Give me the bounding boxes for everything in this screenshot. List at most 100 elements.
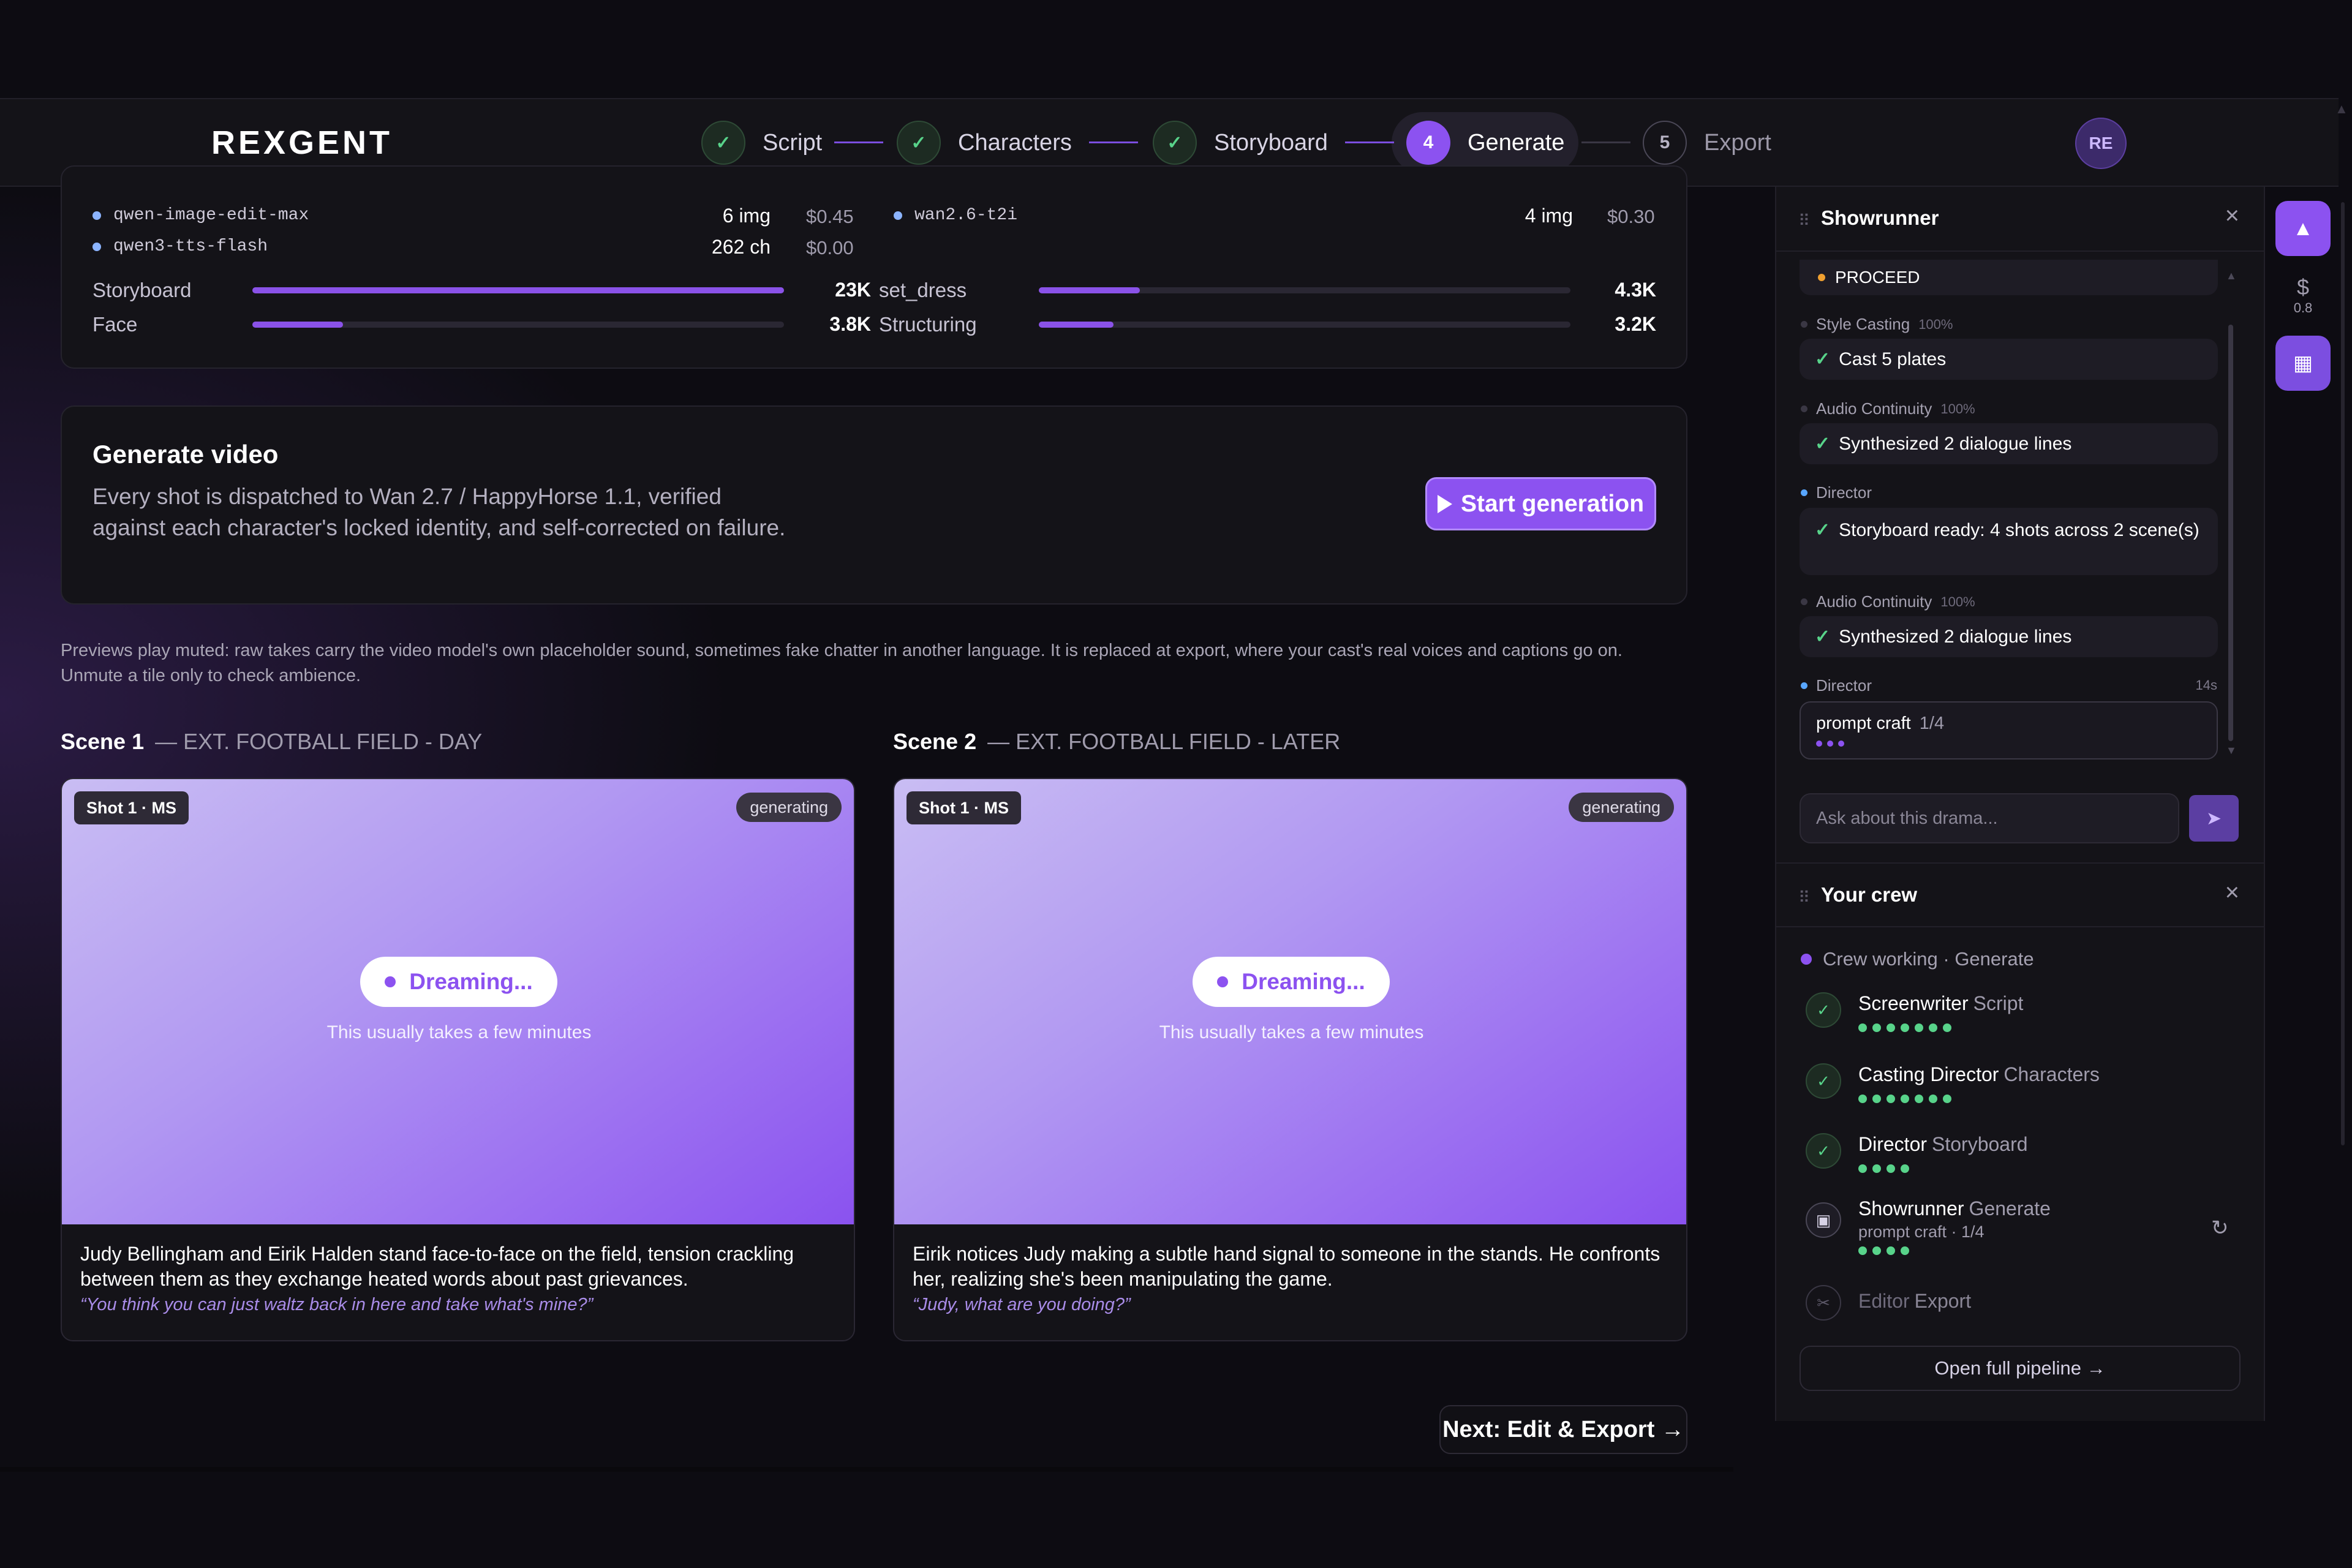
- message-author: Audio Continuity 100%: [1801, 399, 1975, 418]
- chevron-up-icon[interactable]: ▲: [2226, 270, 2237, 282]
- dollar-icon: $: [2296, 274, 2310, 300]
- scroll-up-arrow-icon[interactable]: ▲: [2335, 101, 2348, 117]
- dreaming-indicator: Dreaming...: [360, 957, 557, 1007]
- step-label: Generate: [1468, 129, 1565, 156]
- shot-description: Eirik notices Judy making a subtle hand …: [913, 1243, 1660, 1290]
- step-characters[interactable]: ✓ Characters: [897, 119, 1072, 166]
- crew-member[interactable]: ✓ Director Storyboard: [1806, 1133, 2028, 1173]
- progress-dot: [1901, 1246, 1909, 1255]
- crew-member[interactable]: ✂ Editor Export: [1806, 1285, 1971, 1321]
- model-amount: 6 img: [722, 205, 771, 227]
- crew-stage: Export: [1914, 1290, 1972, 1312]
- message-author: Audio Continuity 100%: [1801, 592, 1975, 611]
- model-cost: $0.00: [806, 237, 854, 258]
- message-text: Cast 5 plates: [1839, 349, 1947, 369]
- crew-subtask: prompt craft · 1/4: [1858, 1223, 1985, 1241]
- check-icon: ✓: [1153, 121, 1197, 165]
- flame-icon[interactable]: ▲: [2275, 201, 2331, 256]
- crew-status-text: Crew working · Generate: [1823, 948, 2034, 970]
- status-badge: generating: [736, 793, 842, 822]
- progress-dot: [1887, 1023, 1895, 1032]
- model-amount: 4 img: [1525, 205, 1573, 227]
- bottom-divider: [0, 1467, 1733, 1472]
- model-dot: [92, 211, 101, 220]
- drag-handle-icon[interactable]: ⠿: [1798, 211, 1810, 230]
- shot-description: Judy Bellingham and Eirik Halden stand f…: [80, 1243, 794, 1290]
- progress-dot: [1858, 1023, 1867, 1032]
- usage-bar-value: 3.2K: [1615, 313, 1656, 335]
- crew-member[interactable]: ▣ Showrunner Generate prompt craft · 1/4: [1806, 1197, 2051, 1255]
- usage-bar-fill: [1039, 287, 1140, 293]
- chat-scrollbar[interactable]: [2228, 325, 2233, 741]
- agent-dot: [1801, 682, 1807, 689]
- usage-bar-label: Face: [92, 313, 138, 336]
- agent-dot: [1801, 598, 1807, 605]
- scene-heading: Scene 1 — EXT. FOOTBALL FIELD - DAY: [61, 729, 482, 755]
- chevron-down-icon[interactable]: ▼: [2226, 744, 2237, 757]
- model-cost: $0.30: [1607, 206, 1655, 227]
- showrunner-title: Showrunner: [1821, 206, 1939, 229]
- step-connector: [1089, 141, 1138, 143]
- ask-input[interactable]: [1800, 793, 2179, 843]
- shot-tile[interactable]: Shot 1 · MS generating Dreaming... This …: [61, 778, 855, 1341]
- cost-indicator: $ 0.8: [2275, 274, 2331, 316]
- step-storyboard[interactable]: ✓ Storyboard: [1153, 119, 1328, 166]
- crew-title: Your crew: [1821, 883, 1918, 906]
- start-generation-button[interactable]: Start generation: [1425, 477, 1656, 530]
- step-export[interactable]: 5 Export: [1643, 119, 1771, 166]
- open-pipeline-button[interactable]: Open full pipeline →: [1800, 1346, 2241, 1391]
- crew-stage: Script: [1973, 992, 2024, 1014]
- drag-handle-icon[interactable]: ⠿: [1798, 888, 1810, 907]
- crew-status: Crew working · Generate: [1801, 948, 2034, 970]
- check-icon: ✓: [897, 121, 941, 165]
- current-task-bubble: prompt craft 1/4: [1800, 701, 2218, 760]
- usage-bar-value: 3.8K: [829, 313, 871, 335]
- step-number: 4: [1406, 121, 1450, 165]
- generate-title: Generate video: [92, 440, 279, 469]
- agent-name: Style Casting: [1816, 315, 1910, 333]
- crew-member[interactable]: ✓ Screenwriter Script: [1806, 992, 2023, 1032]
- agent-progress: 100%: [1940, 401, 1975, 417]
- model-row: qwen3-tts-flash: [92, 237, 268, 256]
- check-icon: ✓: [701, 121, 745, 165]
- crew-name: Screenwriter: [1858, 992, 1969, 1014]
- send-button[interactable]: ➤: [2189, 795, 2239, 842]
- shot-chip: Shot 1 · MS: [907, 791, 1021, 824]
- agent-dot: [1801, 489, 1807, 496]
- task-name: prompt craft: [1816, 714, 1911, 733]
- spinner-icon: ↻: [2211, 1216, 2229, 1240]
- model-dot: [894, 211, 902, 220]
- step-connector: [834, 141, 883, 143]
- message-text: Synthesized 2 dialogue lines: [1839, 433, 2072, 454]
- shot-tile[interactable]: Shot 1 · MS generating Dreaming... This …: [893, 778, 1687, 1341]
- usage-bar-label: Storyboard: [92, 279, 192, 301]
- progress-dot: [1887, 1246, 1895, 1255]
- film-icon: ▣: [1806, 1202, 1841, 1238]
- model-name: wan2.6-t2i: [914, 206, 1018, 225]
- crew-name: Casting Director: [1858, 1063, 1999, 1085]
- step-script[interactable]: ✓ Script: [701, 119, 822, 166]
- play-icon: [1437, 494, 1452, 513]
- progress-dot: [1929, 1095, 1937, 1103]
- message-bubble: ✓ Synthesized 2 dialogue lines: [1800, 616, 2218, 657]
- close-icon[interactable]: ×: [2225, 202, 2239, 230]
- message-bubble: ✓ Synthesized 2 dialogue lines: [1800, 423, 2218, 464]
- progress-dot: [1872, 1164, 1881, 1173]
- user-avatar[interactable]: RE: [2075, 118, 2127, 169]
- step-label: Storyboard: [1214, 129, 1328, 156]
- send-icon: ➤: [2206, 808, 2222, 829]
- crew-member[interactable]: ✓ Casting Director Characters: [1806, 1063, 2100, 1103]
- app-logo[interactable]: REXGENT: [211, 124, 393, 162]
- shot-dialogue: “Judy, what are you doing?”: [913, 1295, 1131, 1314]
- storyboard-icon[interactable]: ▦: [2275, 336, 2331, 391]
- page-scrollbar[interactable]: [2341, 202, 2345, 1145]
- close-icon[interactable]: ×: [2225, 879, 2239, 907]
- usage-bar-track: [1039, 287, 1570, 293]
- next-edit-export-button[interactable]: Next: Edit & Export →: [1439, 1405, 1687, 1454]
- proceed-message: PROCEED: [1800, 260, 2218, 295]
- progress-dot: [1901, 1023, 1909, 1032]
- step-number: 5: [1643, 121, 1687, 165]
- scissors-icon: ✂: [1806, 1285, 1841, 1321]
- model-row: qwen-image-edit-max: [92, 206, 309, 225]
- step-generate[interactable]: 4 Generate: [1406, 119, 1564, 166]
